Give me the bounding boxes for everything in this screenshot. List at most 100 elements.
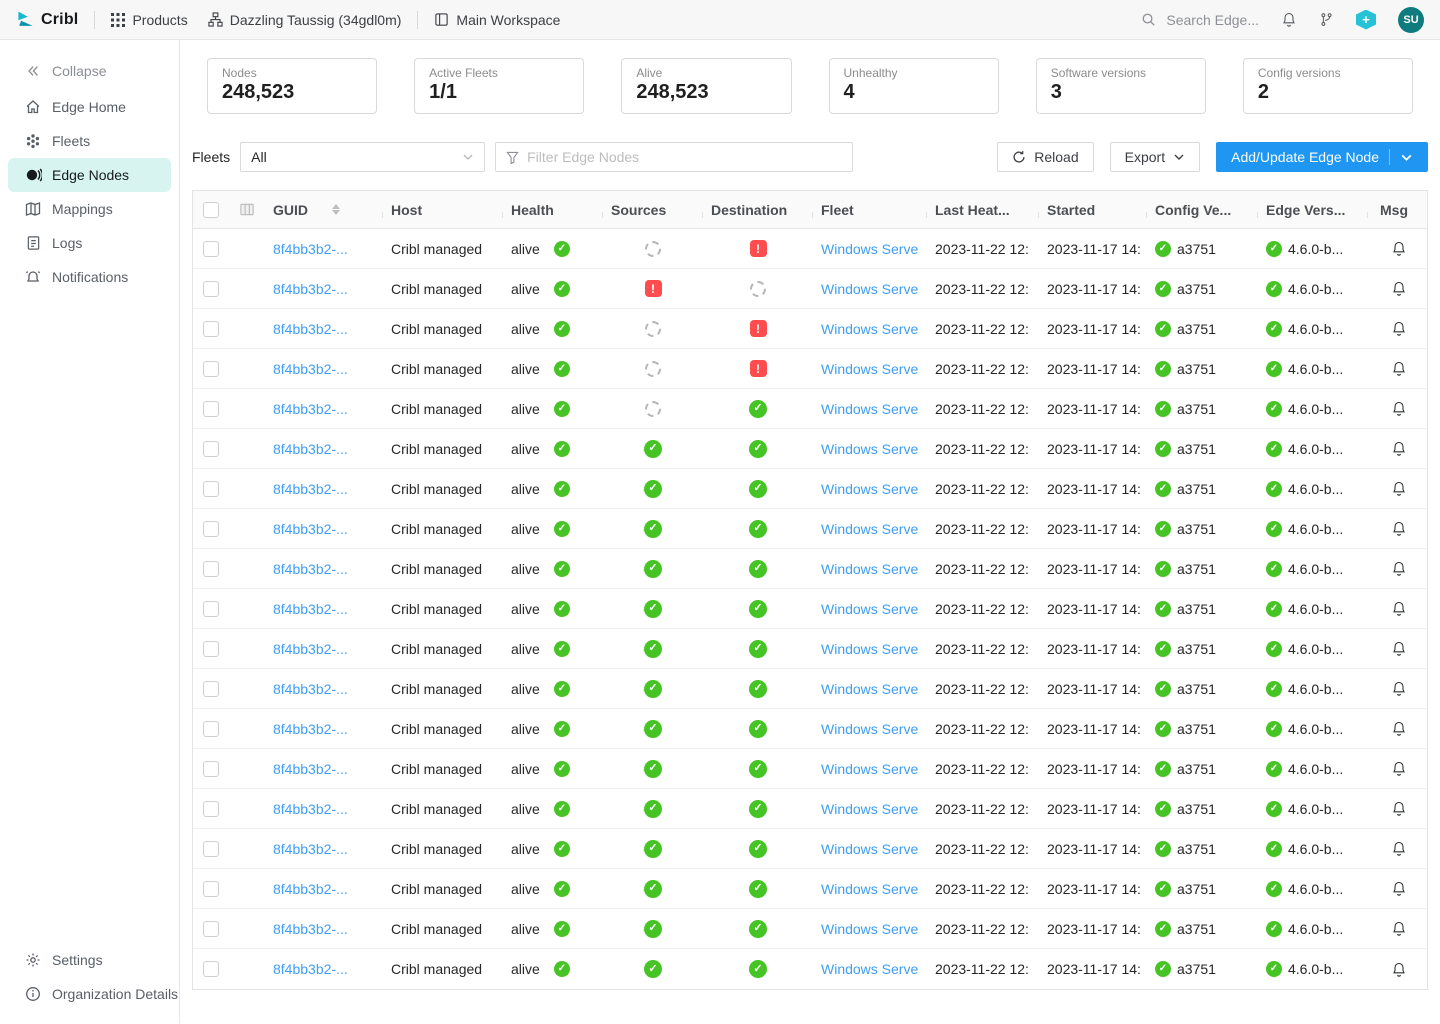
export-button[interactable]: Export bbox=[1110, 142, 1200, 172]
fleets-select[interactable]: All bbox=[240, 142, 485, 172]
fleet-link[interactable]: Windows Serve bbox=[821, 881, 918, 897]
row-checkbox[interactable] bbox=[203, 801, 219, 817]
row-message-bell-icon[interactable] bbox=[1391, 800, 1407, 817]
row-checkbox[interactable] bbox=[203, 281, 219, 297]
fleet-link[interactable]: Windows Serve bbox=[821, 841, 918, 857]
guid-link[interactable]: 8f4bb3b2-... bbox=[273, 801, 348, 817]
fleet-link[interactable]: Windows Serve bbox=[821, 441, 918, 457]
row-message-bell-icon[interactable] bbox=[1391, 240, 1407, 257]
row-checkbox[interactable] bbox=[203, 721, 219, 737]
row-message-bell-icon[interactable] bbox=[1391, 961, 1407, 978]
fleet-link[interactable]: Windows Serve bbox=[821, 721, 918, 737]
git-branch-icon[interactable] bbox=[1319, 11, 1334, 28]
row-checkbox[interactable] bbox=[203, 361, 219, 377]
guid-link[interactable]: 8f4bb3b2-... bbox=[273, 961, 348, 977]
row-checkbox[interactable] bbox=[203, 561, 219, 577]
row-checkbox[interactable] bbox=[203, 401, 219, 417]
column-header-guid[interactable]: GUID bbox=[265, 202, 383, 218]
row-checkbox[interactable] bbox=[203, 521, 219, 537]
user-avatar[interactable]: SU bbox=[1398, 7, 1424, 33]
column-header-fleet[interactable]: Fleet bbox=[813, 202, 927, 218]
guid-link[interactable]: 8f4bb3b2-... bbox=[273, 921, 348, 937]
row-message-bell-icon[interactable] bbox=[1391, 480, 1407, 497]
guid-link[interactable]: 8f4bb3b2-... bbox=[273, 641, 348, 657]
guid-link[interactable]: 8f4bb3b2-... bbox=[273, 601, 348, 617]
row-checkbox[interactable] bbox=[203, 681, 219, 697]
select-all-checkbox[interactable] bbox=[203, 202, 219, 218]
sidebar-collapse-button[interactable]: Collapse bbox=[8, 54, 171, 88]
fleet-link[interactable]: Windows Serve bbox=[821, 801, 918, 817]
notifications-bell-icon[interactable] bbox=[1281, 11, 1297, 28]
fleet-link[interactable]: Windows Serve bbox=[821, 361, 918, 377]
row-checkbox[interactable] bbox=[203, 881, 219, 897]
fleet-link[interactable]: Windows Serve bbox=[821, 481, 918, 497]
row-checkbox[interactable] bbox=[203, 441, 219, 457]
sidebar-item-notifications[interactable]: Notifications bbox=[8, 260, 171, 294]
row-message-bell-icon[interactable] bbox=[1391, 920, 1407, 937]
upgrade-plus-icon[interactable]: + bbox=[1356, 10, 1376, 30]
row-message-bell-icon[interactable] bbox=[1391, 560, 1407, 577]
guid-link[interactable]: 8f4bb3b2-... bbox=[273, 721, 348, 737]
column-header-last-heartbeat[interactable]: Last Heat... bbox=[927, 202, 1039, 218]
column-header-started[interactable]: Started bbox=[1039, 202, 1147, 218]
row-message-bell-icon[interactable] bbox=[1391, 840, 1407, 857]
row-message-bell-icon[interactable] bbox=[1391, 400, 1407, 417]
sidebar-item-edge-nodes[interactable]: Edge Nodes bbox=[8, 158, 171, 192]
column-header-health[interactable]: Health bbox=[503, 202, 603, 218]
guid-link[interactable]: 8f4bb3b2-... bbox=[273, 481, 348, 497]
row-message-bell-icon[interactable] bbox=[1391, 360, 1407, 377]
row-message-bell-icon[interactable] bbox=[1391, 280, 1407, 297]
row-checkbox[interactable] bbox=[203, 241, 219, 257]
fleet-link[interactable]: Windows Serve bbox=[821, 321, 918, 337]
fleet-link[interactable]: Windows Serve bbox=[821, 641, 918, 657]
row-checkbox[interactable] bbox=[203, 921, 219, 937]
guid-link[interactable]: 8f4bb3b2-... bbox=[273, 681, 348, 697]
column-header-host[interactable]: Host bbox=[383, 202, 503, 218]
reload-button[interactable]: Reload bbox=[997, 142, 1093, 172]
fleet-link[interactable]: Windows Serve bbox=[821, 961, 918, 977]
column-header-sources[interactable]: Sources bbox=[603, 202, 703, 218]
sidebar-item-logs[interactable]: Logs bbox=[8, 226, 171, 260]
guid-link[interactable]: 8f4bb3b2-... bbox=[273, 241, 348, 257]
guid-link[interactable]: 8f4bb3b2-... bbox=[273, 401, 348, 417]
column-header-edge-version[interactable]: Edge Vers... bbox=[1258, 202, 1368, 218]
column-settings-button[interactable] bbox=[229, 202, 265, 217]
guid-link[interactable]: 8f4bb3b2-... bbox=[273, 841, 348, 857]
row-checkbox[interactable] bbox=[203, 841, 219, 857]
workspace-switcher[interactable]: Main Workspace bbox=[434, 12, 560, 28]
cribl-logo[interactable]: Cribl bbox=[16, 10, 78, 29]
sidebar-item-fleets[interactable]: Fleets bbox=[8, 124, 171, 158]
column-header-config-version[interactable]: Config Ve... bbox=[1147, 202, 1258, 218]
row-checkbox[interactable] bbox=[203, 321, 219, 337]
guid-link[interactable]: 8f4bb3b2-... bbox=[273, 361, 348, 377]
fleet-link[interactable]: Windows Serve bbox=[821, 561, 918, 577]
fleet-link[interactable]: Windows Serve bbox=[821, 921, 918, 937]
row-message-bell-icon[interactable] bbox=[1391, 760, 1407, 777]
fleet-link[interactable]: Windows Serve bbox=[821, 521, 918, 537]
sidebar-item-organization-details[interactable]: Organization Details bbox=[8, 977, 171, 1011]
fleet-link[interactable]: Windows Serve bbox=[821, 601, 918, 617]
fleet-link[interactable]: Windows Serve bbox=[821, 681, 918, 697]
guid-link[interactable]: 8f4bb3b2-... bbox=[273, 521, 348, 537]
products-menu[interactable]: Products bbox=[111, 12, 187, 28]
add-update-edge-node-button[interactable]: Add/Update Edge Node bbox=[1216, 142, 1428, 172]
row-message-bell-icon[interactable] bbox=[1391, 720, 1407, 737]
row-checkbox[interactable] bbox=[203, 601, 219, 617]
guid-link[interactable]: 8f4bb3b2-... bbox=[273, 281, 348, 297]
row-checkbox[interactable] bbox=[203, 641, 219, 657]
sidebar-item-edge-home[interactable]: Edge Home bbox=[8, 90, 171, 124]
row-checkbox[interactable] bbox=[203, 481, 219, 497]
sidebar-item-settings[interactable]: Settings bbox=[8, 943, 171, 977]
fleet-link[interactable]: Windows Serve bbox=[821, 281, 918, 297]
row-checkbox[interactable] bbox=[203, 761, 219, 777]
organization-switcher[interactable]: Dazzling Taussig (34gdl0m) bbox=[208, 12, 402, 28]
guid-link[interactable]: 8f4bb3b2-... bbox=[273, 441, 348, 457]
guid-link[interactable]: 8f4bb3b2-... bbox=[273, 561, 348, 577]
sidebar-item-mappings[interactable]: Mappings bbox=[8, 192, 171, 226]
row-message-bell-icon[interactable] bbox=[1391, 640, 1407, 657]
column-header-destination[interactable]: Destination bbox=[703, 202, 813, 218]
filter-edge-nodes-input[interactable] bbox=[527, 149, 842, 165]
global-search[interactable]: Search Edge... bbox=[1141, 12, 1259, 28]
fleet-link[interactable]: Windows Serve bbox=[821, 401, 918, 417]
row-message-bell-icon[interactable] bbox=[1391, 600, 1407, 617]
